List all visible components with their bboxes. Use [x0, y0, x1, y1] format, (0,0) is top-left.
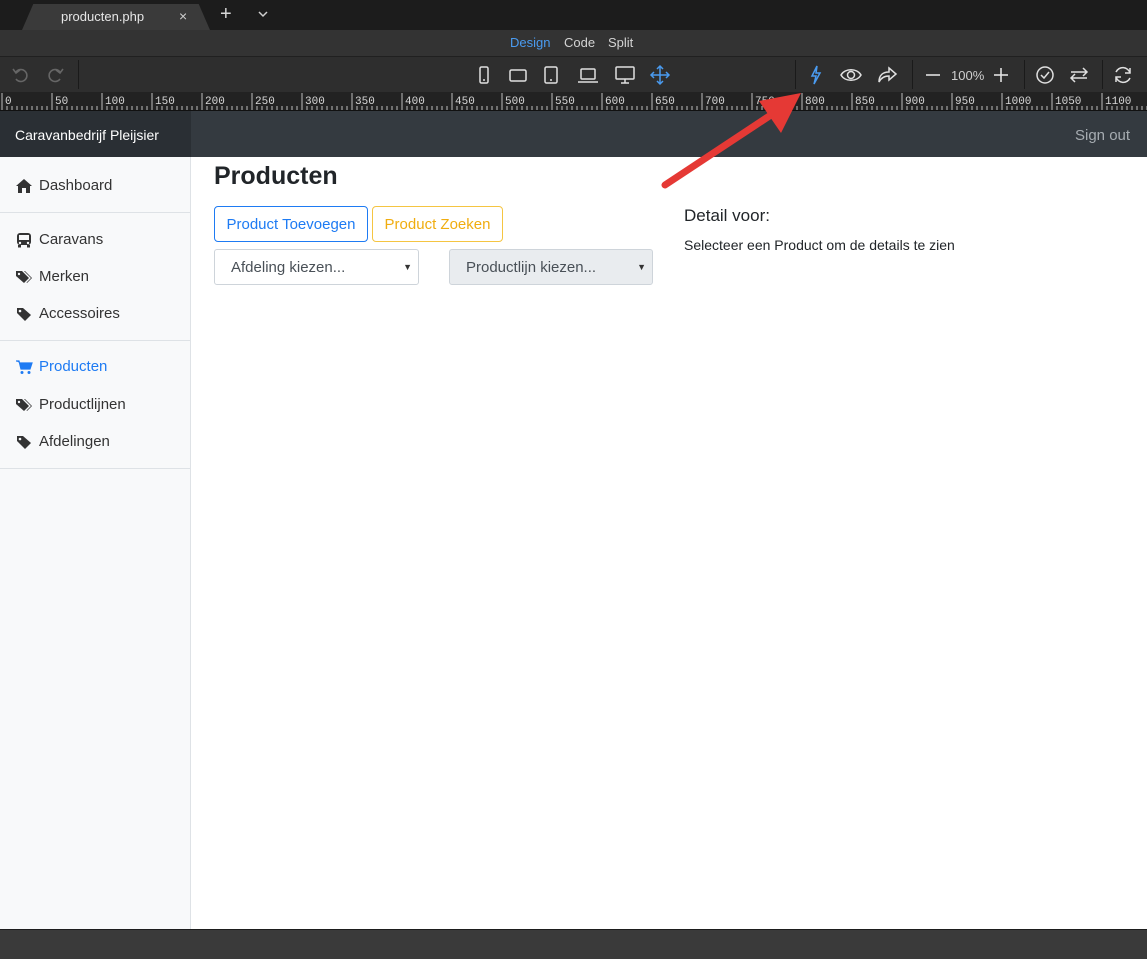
afdeling-select[interactable]: Afdeling kiezen... ▼: [214, 249, 419, 285]
annotation-arrow: [661, 93, 801, 189]
tablet-landscape-icon[interactable]: [507, 64, 529, 86]
redo-icon[interactable]: [44, 64, 66, 86]
ruler-tick-label: 500: [505, 96, 525, 108]
sidebar-item-afdelingen[interactable]: Afdelingen: [15, 433, 110, 450]
lightning-icon[interactable]: [805, 64, 827, 86]
home-icon: [16, 178, 32, 193]
sidebar-divider: [0, 340, 191, 341]
sidebar-item-label: Productlijnen: [39, 396, 126, 413]
swap-arrows-icon[interactable]: [1068, 64, 1090, 86]
tags-icon: [16, 398, 32, 411]
caret-down-icon: ▼: [637, 262, 646, 272]
zoom-in-icon[interactable]: [990, 64, 1012, 86]
ruler-tick-label: 200: [205, 96, 225, 108]
search-product-button[interactable]: Product Zoeken: [372, 206, 503, 242]
share-icon[interactable]: [876, 64, 898, 86]
sidebar-divider: [0, 468, 191, 469]
productlijn-select[interactable]: Productlijn kiezen... ▼: [449, 249, 653, 285]
zoom-level[interactable]: 100%: [951, 68, 984, 83]
ruler-tick-label: 1100: [1105, 96, 1131, 108]
ruler-tick-label: 0: [5, 96, 12, 108]
sidebar-item-label: Producten: [39, 358, 108, 375]
sidebar-item-label: Afdelingen: [39, 433, 110, 450]
ruler-tick-label: 850: [855, 96, 875, 108]
caret-down-icon: ▼: [403, 262, 412, 272]
sidebar-item-merken[interactable]: Merken: [15, 268, 89, 285]
toolbar-separator: [78, 60, 79, 89]
mobile-device-icon[interactable]: [473, 64, 495, 86]
close-tab-icon[interactable]: ×: [179, 8, 187, 24]
sign-out-link[interactable]: Sign out: [1075, 127, 1130, 144]
page-title: Producten: [214, 162, 338, 190]
zoom-out-icon[interactable]: [922, 64, 944, 86]
move-icon[interactable]: [649, 64, 671, 86]
add-product-button[interactable]: Product Toevoegen: [214, 206, 368, 242]
ruler-tick-label: 100: [105, 96, 125, 108]
productlijn-select-value: Productlijn kiezen...: [466, 258, 597, 276]
ruler: 0 50 100 150 200 250 300 350 400 450 500 550 600 650 7…: [0, 92, 1147, 111]
refresh-icon[interactable]: [1112, 64, 1134, 86]
sidebar-item-dashboard[interactable]: Dashboard: [15, 177, 112, 194]
ruler-tick-label: 1050: [1055, 96, 1081, 108]
status-bar: [0, 929, 1147, 959]
ruler-tick-label: 250: [255, 96, 275, 108]
eye-icon[interactable]: [840, 64, 862, 86]
code-view-button[interactable]: Code: [564, 35, 595, 50]
toolbar-separator: [1024, 60, 1025, 89]
sidebar-item-producten[interactable]: Producten: [15, 358, 107, 375]
ruler-tick-label: 1000: [1005, 96, 1031, 108]
bus-icon: [17, 232, 31, 247]
ruler-tick-label: 350: [355, 96, 375, 108]
ruler-tick-label: 400: [405, 96, 425, 108]
sidebar-item-accessoires[interactable]: Accessoires: [15, 305, 120, 322]
tablet-portrait-icon[interactable]: [540, 64, 562, 86]
undo-icon[interactable]: [10, 64, 32, 86]
sidebar-item-label: Dashboard: [39, 177, 113, 194]
tag-icon: [17, 435, 31, 449]
tags-icon: [16, 270, 32, 283]
laptop-icon[interactable]: [577, 64, 599, 86]
ruler-tick-label: 600: [605, 96, 625, 108]
add-tab-icon[interactable]: +: [220, 4, 232, 24]
afdeling-select-value: Afdeling kiezen...: [231, 258, 346, 276]
toolbar-separator: [1102, 60, 1103, 89]
document-tab-title[interactable]: producten.php: [61, 9, 144, 24]
ruler-tick-label: 950: [955, 96, 975, 108]
sidebar-item-label: Merken: [39, 268, 90, 285]
detail-heading: Detail voor:: [684, 206, 770, 225]
sidebar-item-label: Accessoires: [39, 305, 120, 322]
split-view-button[interactable]: Split: [608, 35, 633, 50]
ruler-tick-label: 150: [155, 96, 175, 108]
site-brand[interactable]: Caravanbedrijf Pleijsier: [15, 127, 159, 143]
sidebar-item-productlijnen[interactable]: Productlijnen: [15, 396, 126, 413]
ruler-tick-label: 900: [905, 96, 925, 108]
ruler-tick-label: 450: [455, 96, 475, 108]
sidebar-divider: [0, 212, 191, 213]
tag-icon: [17, 307, 31, 321]
desktop-icon[interactable]: [614, 64, 636, 86]
sidebar-item-caravans[interactable]: Caravans: [15, 231, 103, 248]
ruler-tick-label: 300: [305, 96, 325, 108]
cart-icon: [16, 359, 33, 374]
sidebar-item-label: Caravans: [39, 231, 104, 248]
chevron-down-icon[interactable]: [257, 7, 269, 25]
ruler-tick-label: 550: [555, 96, 575, 108]
ruler-tick-label: 50: [55, 96, 68, 108]
toolbar-separator: [912, 60, 913, 89]
check-circle-icon[interactable]: [1034, 64, 1056, 86]
detail-text: Selecteer een Product om de details te z…: [684, 237, 955, 253]
design-view-button[interactable]: Design: [510, 35, 550, 50]
